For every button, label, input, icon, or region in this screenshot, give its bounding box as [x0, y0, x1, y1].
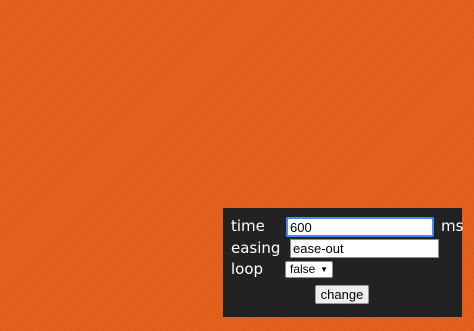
- time-row: time ms: [231, 216, 463, 237]
- chevron-down-icon: ▼: [320, 265, 328, 274]
- loop-select[interactable]: false ▼: [285, 261, 333, 278]
- loop-label: loop: [231, 260, 264, 278]
- easing-row: easing: [231, 238, 456, 258]
- easing-label: easing: [231, 239, 281, 257]
- controls-panel: time ms easing loop false ▼ change: [223, 208, 463, 317]
- loop-row: loop false ▼: [231, 259, 456, 279]
- loop-selected-value: false: [290, 262, 316, 276]
- time-unit-label: ms: [441, 217, 464, 235]
- easing-input[interactable]: [290, 239, 439, 258]
- change-button[interactable]: change: [315, 285, 369, 304]
- time-label: time: [231, 217, 265, 235]
- time-input[interactable]: [286, 217, 434, 237]
